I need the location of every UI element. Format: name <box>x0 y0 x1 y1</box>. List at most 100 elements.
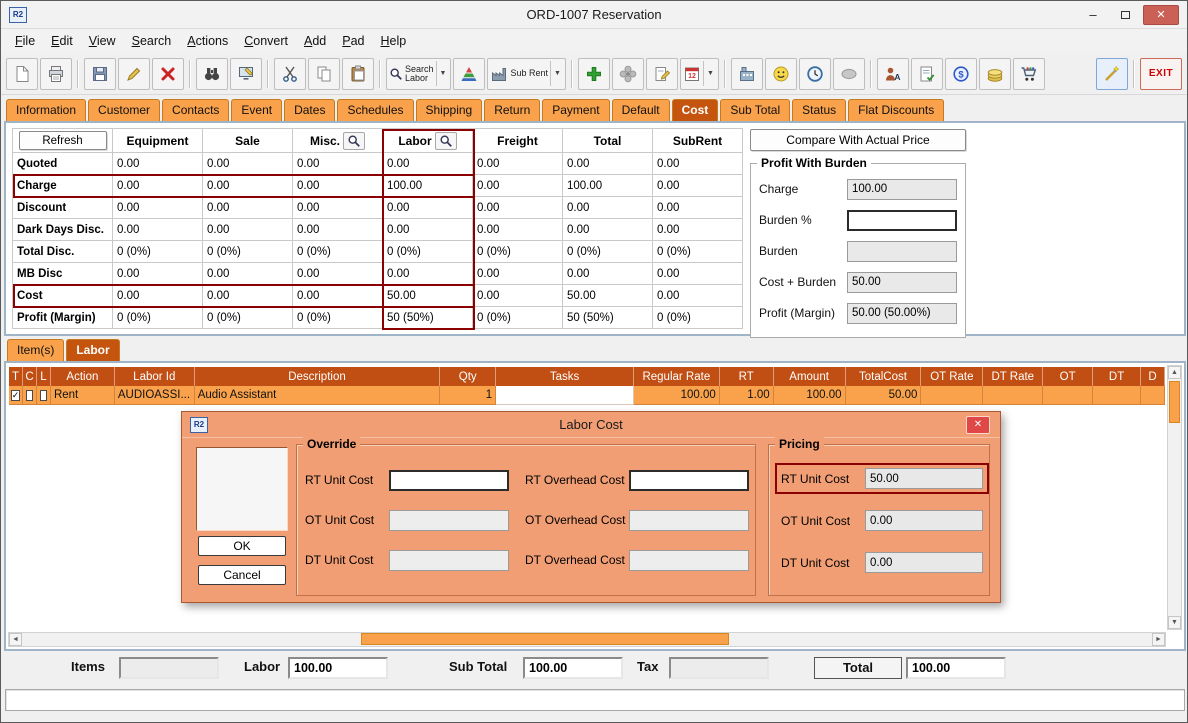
exit-button[interactable]: EXIT <box>1140 58 1182 90</box>
c-checkbox[interactable] <box>26 390 33 401</box>
search-labor-button[interactable] <box>435 132 457 150</box>
maximize-button[interactable] <box>1111 5 1139 25</box>
cart-button[interactable] <box>1013 58 1045 90</box>
sub-rent-dropdown-arrow[interactable]: ▼ <box>550 61 563 86</box>
scroll-down-button[interactable]: ▼ <box>1168 616 1181 629</box>
items-col-ot-rate[interactable]: OT Rate <box>921 367 983 386</box>
compare-with-actual-price-button[interactable]: Compare With Actual Price <box>750 129 966 151</box>
wand-button[interactable] <box>1096 58 1128 90</box>
tab-sub-total[interactable]: Sub Total <box>720 99 790 121</box>
minimize-button[interactable]: – <box>1079 5 1107 25</box>
ellipse-button[interactable] <box>833 58 865 90</box>
items-col-action[interactable]: Action <box>51 367 115 386</box>
search-labor-button[interactable]: SearchLabor▼ <box>386 58 451 90</box>
items-col-amount[interactable]: Amount <box>774 367 846 386</box>
vertical-scroll-thumb[interactable] <box>1169 381 1180 423</box>
dialog-title-bar[interactable]: R2 Labor Cost ✕ <box>182 412 1000 438</box>
sub-rent-button[interactable]: Sub Rent▼ <box>487 58 565 90</box>
money-stack-button[interactable] <box>979 58 1011 90</box>
tab-customer[interactable]: Customer <box>88 99 160 121</box>
history-clock-button[interactable] <box>799 58 831 90</box>
items-col-c[interactable]: C <box>23 367 37 386</box>
edit-pencil-button[interactable] <box>118 58 150 90</box>
items-row[interactable]: ✓RentAUDIOASSI...Audio Assistant1100.001… <box>9 386 1165 405</box>
menu-view[interactable]: View <box>81 31 124 51</box>
print-button[interactable] <box>40 58 72 90</box>
tab-cost[interactable]: Cost <box>672 99 719 121</box>
menu-edit[interactable]: Edit <box>43 31 81 51</box>
menu-search[interactable]: Search <box>124 31 180 51</box>
items-col-dt-rate[interactable]: DT Rate <box>983 367 1043 386</box>
contact-a-button[interactable]: A <box>877 58 909 90</box>
close-button[interactable]: ✕ <box>1143 5 1179 25</box>
tab-return[interactable]: Return <box>484 99 540 121</box>
new-document-button[interactable] <box>6 58 38 90</box>
tab-contacts[interactable]: Contacts <box>162 99 229 121</box>
menu-actions[interactable]: Actions <box>179 31 236 51</box>
refresh-button[interactable]: Refresh <box>19 131 107 150</box>
l-checkbox[interactable] <box>40 390 47 401</box>
items-col-qty[interactable]: Qty <box>440 367 496 386</box>
items-col-totalcost[interactable]: TotalCost <box>846 367 922 386</box>
items-col-labor-id[interactable]: Labor Id <box>115 367 195 386</box>
document-check-button[interactable] <box>911 58 943 90</box>
tab-event[interactable]: Event <box>231 99 282 121</box>
tab-dates[interactable]: Dates <box>284 99 335 121</box>
search-labor-dropdown-arrow[interactable]: ▼ <box>436 61 449 86</box>
flower-button[interactable] <box>612 58 644 90</box>
dollar-button[interactable]: $ <box>945 58 977 90</box>
menu-file[interactable]: File <box>7 31 43 51</box>
menu-add[interactable]: Add <box>296 31 334 51</box>
copy-button[interactable] <box>308 58 340 90</box>
binoculars-button[interactable] <box>196 58 228 90</box>
items-col-d[interactable]: D <box>1141 367 1165 386</box>
tab-shipping[interactable]: Shipping <box>416 99 483 121</box>
override-input-rt-unit-cost[interactable] <box>389 470 509 491</box>
screen-edit-button[interactable] <box>230 58 262 90</box>
tab-information[interactable]: Information <box>6 99 86 121</box>
delete-button[interactable] <box>152 58 184 90</box>
items-col-regular-rate[interactable]: Regular Rate <box>634 367 720 386</box>
items-col-ot[interactable]: OT <box>1043 367 1093 386</box>
items-col-rt[interactable]: RT <box>720 367 774 386</box>
save-button[interactable] <box>84 58 116 90</box>
calendar-button[interactable]: 12▼ <box>680 58 719 90</box>
tab-flat-discounts[interactable]: Flat Discounts <box>848 99 944 121</box>
summary-label-total[interactable]: Total <box>814 657 902 679</box>
detail-tab-item-s[interactable]: Item(s) <box>7 339 64 361</box>
calendar-dropdown-arrow[interactable]: ▼ <box>703 61 716 86</box>
print-shop-button[interactable] <box>731 58 763 90</box>
detail-tab-labor[interactable]: Labor <box>66 339 119 361</box>
tab-default[interactable]: Default <box>612 99 670 121</box>
items-col-description[interactable]: Description <box>195 367 441 386</box>
scroll-left-button[interactable]: ◄ <box>9 633 22 646</box>
override-input-rt-overhead-cost[interactable] <box>629 470 749 491</box>
tab-schedules[interactable]: Schedules <box>337 99 413 121</box>
add-item-button[interactable] <box>578 58 610 90</box>
paste-button[interactable] <box>342 58 374 90</box>
items-horizontal-scrollbar[interactable]: ◄ ► <box>8 632 1166 647</box>
cut-button[interactable] <box>274 58 306 90</box>
ok-button[interactable]: OK <box>198 536 286 556</box>
menu-convert[interactable]: Convert <box>236 31 296 51</box>
horizontal-scroll-thumb[interactable] <box>361 633 729 645</box>
cancel-button[interactable]: Cancel <box>198 565 286 585</box>
tab-payment[interactable]: Payment <box>542 99 609 121</box>
scroll-up-button[interactable]: ▲ <box>1168 366 1181 379</box>
items-col-dt[interactable]: DT <box>1093 367 1141 386</box>
items-col-t[interactable]: T <box>9 367 23 386</box>
t-checkbox[interactable]: ✓ <box>11 390 21 401</box>
scroll-right-button[interactable]: ► <box>1152 633 1165 646</box>
burden-input-burden[interactable] <box>847 210 957 231</box>
items-col-tasks[interactable]: Tasks <box>496 367 634 386</box>
tab-status[interactable]: Status <box>792 99 846 121</box>
smiley-button[interactable] <box>765 58 797 90</box>
price-pyramid-button[interactable] <box>453 58 485 90</box>
items-vertical-scrollbar[interactable]: ▲ ▼ <box>1167 365 1182 630</box>
menu-help[interactable]: Help <box>373 31 415 51</box>
search-misc-button[interactable] <box>343 132 365 150</box>
items-col-l[interactable]: L <box>37 367 51 386</box>
menu-pad[interactable]: Pad <box>334 31 372 51</box>
dialog-close-button[interactable]: ✕ <box>966 416 990 434</box>
note-edit-button[interactable] <box>646 58 678 90</box>
